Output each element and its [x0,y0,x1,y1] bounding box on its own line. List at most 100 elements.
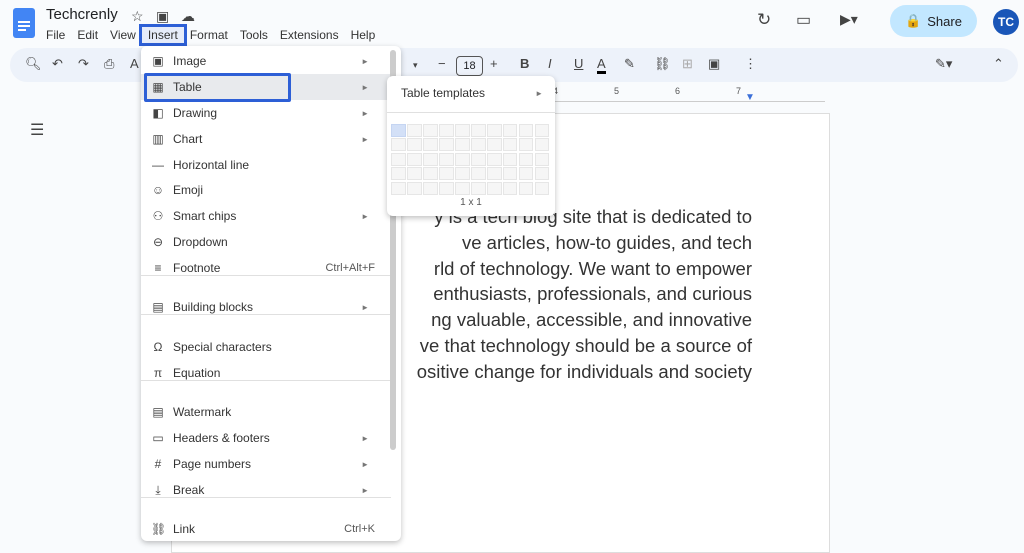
table-grid-cell[interactable] [422,124,438,137]
table-grid-cell[interactable] [518,152,534,166]
table-grid-cell[interactable] [502,152,518,166]
menu-item-headers-footers[interactable]: ▭ Headers & footers ► [141,425,391,451]
menu-format[interactable]: Format [184,27,234,43]
menu-item-special-characters[interactable]: Ω Special characters [141,334,391,360]
meet-icon[interactable]: ▶▾ [840,11,858,28]
avatar[interactable]: TC [993,9,1019,35]
table-grid-cell[interactable] [502,138,518,152]
table-grid-cell[interactable] [454,167,470,181]
table-grid-cell[interactable] [486,124,502,137]
table-grid-cell[interactable] [391,167,406,181]
docs-logo[interactable] [13,8,35,38]
table-size-grid[interactable] [391,124,550,195]
table-grid-cell[interactable] [391,181,406,195]
more-icon[interactable]: ⋮ [744,56,757,72]
menu-tools[interactable]: Tools [234,27,274,43]
table-grid-cell[interactable] [406,138,422,152]
table-grid-cell[interactable] [454,124,470,137]
comments-icon[interactable]: ▭ [796,10,811,30]
bold-icon[interactable]: B [520,56,529,71]
menu-item-footnote[interactable]: ≡ Footnote Ctrl+Alt+F [141,255,391,281]
menu-item-chart[interactable]: ▥ Chart ► [141,126,391,152]
editing-mode-icon[interactable]: ✎▾ [935,56,952,72]
insert-image-icon[interactable]: ▣ [708,56,720,72]
table-grid-cell[interactable] [438,138,454,152]
table-grid-cell[interactable] [422,181,438,195]
table-grid-cell[interactable] [502,167,518,181]
table-grid-cell[interactable] [438,124,454,137]
menu-file[interactable]: File [40,27,71,43]
table-grid-cell[interactable] [470,124,486,137]
table-grid-cell[interactable] [438,167,454,181]
menu-item-link[interactable]: ⛓ Link Ctrl+K [141,516,391,542]
star-icon[interactable]: ☆ [131,8,144,25]
font-size-input[interactable]: 18 [456,56,483,76]
table-templates-item[interactable]: Table templates ► [387,80,555,106]
menu-item-emoji[interactable]: ☺ Emoji [141,177,391,203]
font-dropdown-icon[interactable]: ▾ [413,60,418,71]
table-grid-cell[interactable] [438,152,454,166]
table-grid-cell[interactable] [518,167,534,181]
menu-help[interactable]: Help [345,27,382,43]
table-grid-cell[interactable] [486,167,502,181]
underline-icon[interactable]: U [574,56,583,71]
add-comment-icon[interactable]: ⊞ [682,56,693,72]
link-icon[interactable]: ⛓ [654,56,671,72]
redo-icon[interactable]: ↷ [78,56,89,72]
table-grid-cell[interactable] [534,124,550,137]
cloud-status-icon[interactable]: ☁ [181,8,195,25]
menu-item-building-blocks[interactable]: ▤ Building blocks ► [141,294,391,320]
italic-icon[interactable]: I [548,56,552,71]
table-grid-cell[interactable] [406,181,422,195]
search-icon[interactable]: 🔍︎ [25,56,42,72]
document-title[interactable]: Techcrenly [46,6,118,23]
table-grid-cell[interactable] [422,152,438,166]
table-grid-cell[interactable] [518,138,534,152]
table-grid-cell[interactable] [391,138,406,152]
table-grid-cell[interactable] [391,124,406,137]
table-grid-cell[interactable] [486,181,502,195]
table-grid-cell[interactable] [502,181,518,195]
decrease-font-size-button[interactable]: − [438,56,446,71]
menu-edit[interactable]: Edit [71,27,104,43]
menu-view[interactable]: View [104,27,142,43]
table-grid-cell[interactable] [534,138,550,152]
table-grid-cell[interactable] [454,138,470,152]
ruler[interactable]: 4567 [553,86,825,102]
outline-icon[interactable]: ☰ [30,120,44,140]
table-grid-cell[interactable] [454,152,470,166]
highlight-icon[interactable]: ✎ [624,56,635,72]
table-grid-cell[interactable] [406,167,422,181]
table-grid-cell[interactable] [534,152,550,166]
menu-item-watermark[interactable]: ▤ Watermark [141,399,391,425]
table-grid-cell[interactable] [518,124,534,137]
table-grid-cell[interactable] [518,181,534,195]
menu-item-smart-chips[interactable]: ⚇ Smart chips ► [141,203,391,229]
menu-item-equation[interactable]: π Equation [141,360,391,386]
menu-item-break[interactable]: ⤓ Break ► [141,477,391,503]
move-folder-icon[interactable]: ▣ [156,8,169,25]
text-color-icon[interactable]: A [597,56,606,74]
table-grid-cell[interactable] [470,167,486,181]
table-grid-cell[interactable] [422,138,438,152]
table-grid-cell[interactable] [502,124,518,137]
table-grid-cell[interactable] [422,167,438,181]
menu-item-page-numbers[interactable]: # Page numbers ► [141,451,391,477]
share-button[interactable]: 🔒 Share [890,5,977,37]
collapse-toolbar-icon[interactable]: ⌃ [993,56,1004,72]
history-icon[interactable]: ↻ [757,10,771,30]
undo-icon[interactable]: ↶ [52,56,63,72]
print-icon[interactable]: ⎙ [104,56,114,72]
table-grid-cell[interactable] [486,152,502,166]
spellcheck-icon[interactable]: A [130,56,139,71]
indent-marker-icon[interactable]: ▼ [745,92,755,103]
table-grid-cell[interactable] [470,181,486,195]
table-grid-cell[interactable] [406,124,422,137]
table-grid-cell[interactable] [534,167,550,181]
menu-insert[interactable]: Insert [138,24,187,46]
table-grid-cell[interactable] [454,181,470,195]
table-grid-cell[interactable] [486,138,502,152]
table-grid-cell[interactable] [534,181,550,195]
table-grid-cell[interactable] [470,138,486,152]
table-grid-cell[interactable] [438,181,454,195]
